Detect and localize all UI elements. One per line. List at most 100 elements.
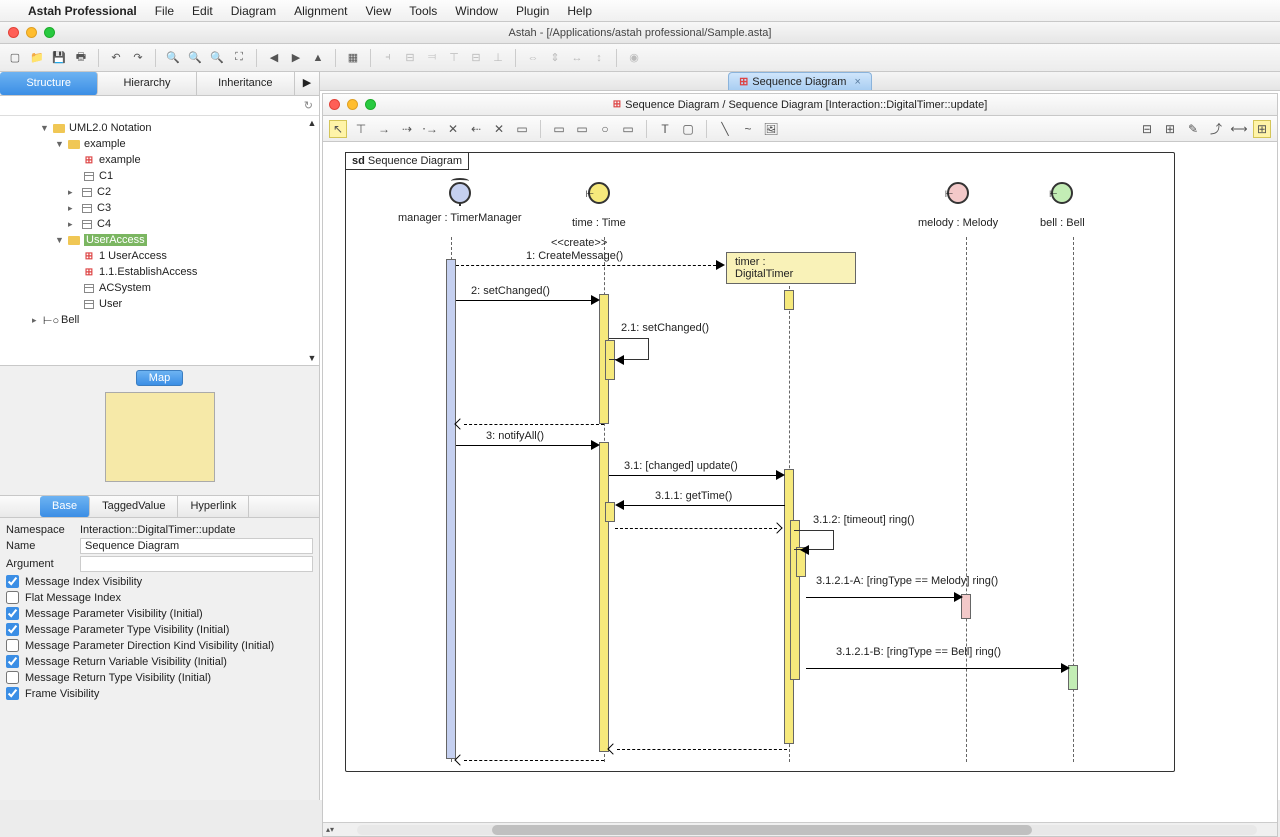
tree-node-bell[interactable]: ▸⊢○Bell [0,312,319,328]
zoom-fit-icon[interactable]: ⛶ [230,49,248,67]
app-name[interactable]: Astah Professional [28,4,137,18]
open-file-icon[interactable]: 📁 [28,49,46,67]
argument-field[interactable] [80,556,313,572]
props-tab-base[interactable]: Base [40,496,90,517]
map-preview[interactable] [105,392,215,482]
diagram-canvas[interactable]: sd Sequence Diagram manager : TimerManag… [323,142,1277,822]
print-icon[interactable]: 🖶 [72,49,90,67]
back-icon[interactable]: ◀ [265,49,283,67]
activation-manager[interactable] [446,259,456,759]
corner-triangles-icon[interactable]: ▴▾ [323,823,337,837]
msg-return-2[interactable] [456,414,606,428]
close-tab-icon[interactable]: × [854,76,860,88]
menu-help[interactable]: Help [567,4,592,18]
msg-setchanged[interactable]: 2: setChanged() [456,290,606,304]
tree-node-ua2[interactable]: ⊞1.1.EstablishAccess [0,264,319,280]
up-icon[interactable]: ▲ [309,49,327,67]
msg-update[interactable]: 3.1: [changed] update() [609,465,789,479]
tab-inheritance[interactable]: Inheritance [197,72,295,95]
create-msg-icon[interactable]: ⋅→ [421,120,439,138]
note2-icon[interactable]: ▭ [573,120,591,138]
chk-param-type[interactable] [6,623,19,636]
menu-view[interactable]: View [365,4,391,18]
menu-plugin[interactable]: Plugin [516,4,549,18]
menu-alignment[interactable]: Alignment [294,4,347,18]
props-tab-hyperlink[interactable]: Hyperlink [178,496,249,517]
rect-icon[interactable]: ▭ [619,120,637,138]
lifeline-bell[interactable]: ⊢ bell : Bell [1040,182,1085,229]
gap-icon[interactable]: ⟷ [1230,120,1248,138]
fragment-icon[interactable]: ▭ [513,120,531,138]
sd-frame[interactable]: sd Sequence Diagram [345,152,1175,772]
document-tab[interactable]: ⊞ Sequence Diagram × [728,72,872,90]
link-icon[interactable]: ⤴ [1207,120,1225,138]
name-field[interactable]: Sequence Diagram [80,538,313,554]
props-tab-tagged[interactable]: TaggedValue [90,496,178,517]
chk-frame-vis[interactable] [6,687,19,700]
lifeline-manager[interactable]: manager : TimerManager [398,182,522,224]
structure-tree[interactable]: ↻ ▲ ▼UML2.0 Notation ▼example ⊞example C… [0,96,319,366]
timer-object[interactable]: timer : DigitalTimer [726,252,856,284]
zoom-in-icon[interactable]: 🔍 [164,49,182,67]
tree-node-example[interactable]: ▼example [0,136,319,152]
connector-icon[interactable]: ~ [739,120,757,138]
zoom-out-icon[interactable]: 🔍 [208,49,226,67]
select-tool-icon[interactable]: ↖ [329,120,347,138]
editor-hscroll[interactable]: ▴▾ [323,822,1277,836]
activation-timer-create[interactable] [784,290,794,310]
menu-diagram[interactable]: Diagram [231,4,276,18]
tab-overflow-icon[interactable]: ▶ [295,72,319,95]
msg-return-3[interactable] [456,750,606,764]
tree-scroll-up-icon[interactable]: ▲ [307,118,317,128]
destroy-msg-icon[interactable]: ✕ [444,120,462,138]
grid-icon[interactable]: ▦ [344,49,362,67]
ruler-icon[interactable]: ⊞ [1253,120,1271,138]
map-button[interactable]: Map [136,370,183,386]
note-icon[interactable]: ▭ [550,120,568,138]
align-tool2-icon[interactable]: ⊞ [1161,120,1179,138]
chk-return-type[interactable] [6,671,19,684]
tree-node-c4[interactable]: ▸C4 [0,216,319,232]
msg-create[interactable]: <<create>> 1: CreateMessage() [456,255,726,269]
lifeline-tool-icon[interactable]: ⊤ [352,120,370,138]
menu-window[interactable]: Window [455,4,498,18]
stop-icon[interactable]: ✕ [490,120,508,138]
tree-node-acsystem[interactable]: ACSystem [0,280,319,296]
chk-flat-index[interactable] [6,591,19,604]
zoom-window-icon[interactable] [44,27,55,38]
save-icon[interactable]: 💾 [50,49,68,67]
menu-edit[interactable]: Edit [192,4,213,18]
line-icon[interactable]: ╲ [716,120,734,138]
chk-param-dir[interactable] [6,639,19,652]
undo-icon[interactable]: ↶ [107,49,125,67]
tree-node-useraccess[interactable]: ▼UserAccess [0,232,319,248]
minimize-window-icon[interactable] [26,27,37,38]
tree-scroll-down-icon[interactable]: ▼ [307,353,317,363]
chk-return-var[interactable] [6,655,19,668]
activation-time-gettime[interactable] [605,502,615,522]
tree-refresh-icon[interactable]: ↻ [304,99,313,112]
msg-ring-bell[interactable]: 3.1.2.1-B: [ringType == Bell] ring() [806,658,1071,672]
msg-return-31[interactable] [609,739,789,753]
forward-icon[interactable]: ▶ [287,49,305,67]
tab-structure[interactable]: Structure [0,72,98,95]
chk-param-vis[interactable] [6,607,19,620]
tree-node-c1[interactable]: C1 [0,168,319,184]
editor-min-icon[interactable] [347,99,358,110]
oval-icon[interactable]: ○ [596,120,614,138]
editor-close-icon[interactable] [329,99,340,110]
tree-node-c3[interactable]: ▸C3 [0,200,319,216]
new-file-icon[interactable]: ▢ [6,49,24,67]
menu-tools[interactable]: Tools [409,4,437,18]
tree-node-ua1[interactable]: ⊞1 UserAccess [0,248,319,264]
tree-node-c2[interactable]: ▸C2 [0,184,319,200]
lifeline-time[interactable]: ⊢ time : Time [572,182,626,229]
tree-node-example-seq[interactable]: ⊞example [0,152,319,168]
message-tool-icon[interactable]: → [375,120,393,138]
msg-gettime-return[interactable] [615,518,790,532]
pin-icon[interactable]: ✎ [1184,120,1202,138]
close-window-icon[interactable] [8,27,19,38]
return-msg-icon[interactable]: ⇠ [467,120,485,138]
editor-zoom-icon[interactable] [365,99,376,110]
shape-icon[interactable]: ▢ [679,120,697,138]
